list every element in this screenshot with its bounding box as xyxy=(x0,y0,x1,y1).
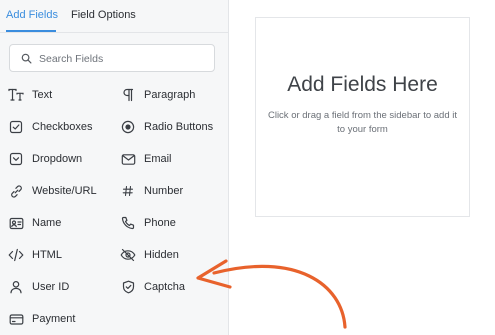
annotation-arrow xyxy=(196,259,347,329)
